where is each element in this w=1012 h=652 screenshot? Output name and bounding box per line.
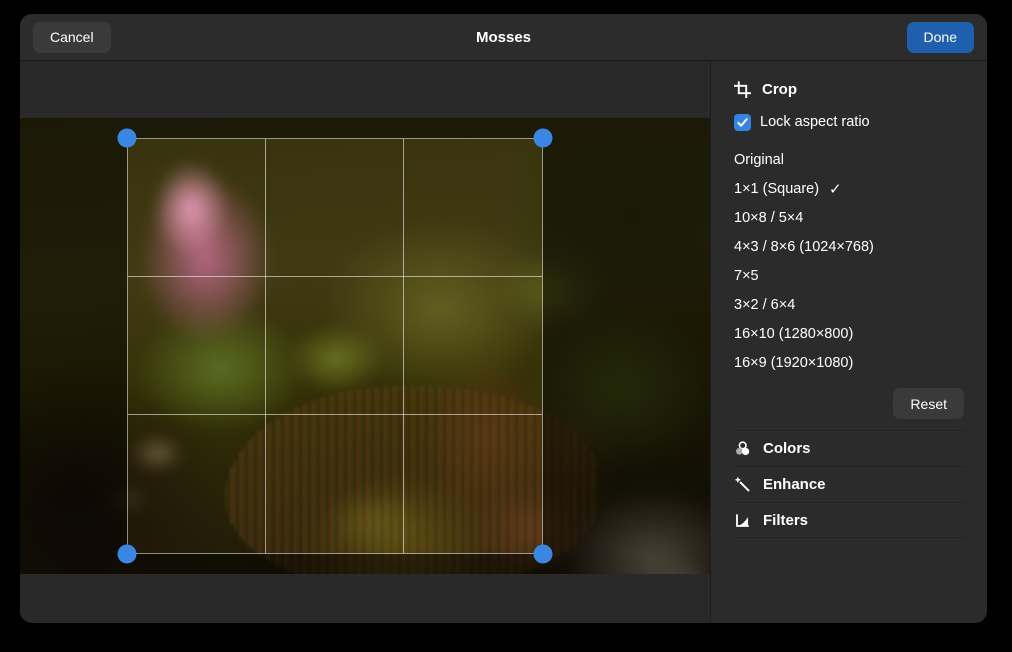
- cancel-button[interactable]: Cancel: [33, 22, 111, 53]
- grid-line-horizontal-2: [128, 414, 542, 415]
- grid-line-vertical-1: [265, 139, 266, 553]
- aspect-ratio-option-16x10[interactable]: 16×10 (1280×800): [734, 319, 964, 348]
- section-enhance[interactable]: Enhance: [734, 466, 964, 502]
- done-button[interactable]: Done: [907, 22, 974, 53]
- crop-section-header: Crop: [734, 76, 964, 102]
- editor-window: Cancel Mosses Done: [20, 14, 987, 623]
- aspect-ratio-option-4x3[interactable]: 4×3 / 8×6 (1024×768): [734, 232, 964, 261]
- aspect-ratio-option-square[interactable]: 1×1 (Square) ✓: [734, 174, 964, 203]
- lock-aspect-ratio-label: Lock aspect ratio: [760, 114, 870, 130]
- section-filters[interactable]: Filters: [734, 502, 964, 538]
- aspect-ratio-option-10x8[interactable]: 10×8 / 5×4: [734, 203, 964, 232]
- reset-button[interactable]: Reset: [893, 388, 964, 419]
- tool-sections: Colors Enhance Filters: [734, 430, 964, 538]
- crop-region[interactable]: [127, 138, 543, 554]
- aspect-ratio-list: Original 1×1 (Square) ✓ 10×8 / 5×4 4×3 /…: [734, 145, 964, 377]
- lock-aspect-ratio-checkbox[interactable]: Lock aspect ratio: [734, 109, 964, 135]
- crop-handle-bottom-left[interactable]: [118, 545, 137, 564]
- crop-handle-top-right[interactable]: [534, 129, 553, 148]
- aspect-ratio-option-3x2[interactable]: 3×2 / 6×4: [734, 290, 964, 319]
- section-colors[interactable]: Colors: [734, 430, 964, 466]
- grid-line-horizontal-1: [128, 276, 542, 277]
- crop-handle-bottom-right[interactable]: [534, 545, 553, 564]
- aspect-ratio-option-original[interactable]: Original: [734, 145, 964, 174]
- aspect-ratio-option-16x9[interactable]: 16×9 (1920×1080): [734, 348, 964, 377]
- aspect-ratio-option-7x5[interactable]: 7×5: [734, 261, 964, 290]
- headerbar: Cancel Mosses Done: [20, 14, 987, 61]
- crop-section-label: Crop: [762, 81, 797, 98]
- section-filters-label: Filters: [763, 512, 808, 529]
- edit-sidebar: Crop Lock aspect ratio Original 1×1 (Squ…: [710, 61, 987, 622]
- canvas-area: [20, 61, 710, 622]
- selected-check-icon: ✓: [829, 180, 842, 198]
- crop-icon: [734, 81, 751, 98]
- section-enhance-label: Enhance: [763, 476, 826, 493]
- section-colors-label: Colors: [763, 440, 811, 457]
- photo: [20, 118, 710, 574]
- filters-icon: [734, 512, 751, 529]
- enhance-icon: [734, 476, 751, 493]
- checkbox-checked-icon[interactable]: [734, 114, 751, 131]
- crop-handle-top-left[interactable]: [118, 129, 137, 148]
- grid-line-vertical-2: [403, 139, 404, 553]
- colors-icon: [734, 440, 751, 457]
- window-title: Mosses: [20, 29, 987, 46]
